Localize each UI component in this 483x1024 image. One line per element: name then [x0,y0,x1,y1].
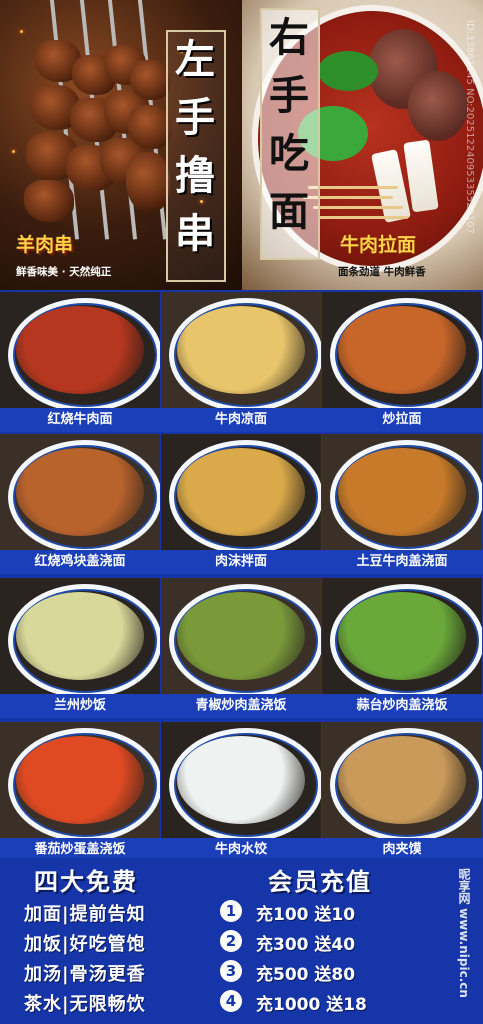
menu-poster: 左 手 撸 串 羊肉串 鲜香味美 · 天然纯正 右 手 吃 面 牛肉拉面 面条劲… [0,0,483,1024]
free-item: 加汤|骨汤更香 [24,964,146,985]
meat-chunk [126,152,170,212]
dish-name: 红烧牛肉面 [47,412,113,427]
lamb-skewer-label: 羊肉串 [16,234,74,256]
dish-food [16,736,144,824]
lamb-skewer-photo: 左 手 撸 串 羊肉串 鲜香味美 · 天然纯正 [0,0,242,290]
title-char: 撸 [175,152,215,199]
watermark-text: 昵享网 www.nipic.cn [457,868,471,998]
spark [12,150,15,153]
dish-photo [161,434,321,550]
recharge-tier: 充100 送10 [256,905,356,925]
herb [318,51,378,91]
beef-slice [408,71,468,141]
dish-name: 青椒炒肉盖浇饭 [195,698,287,713]
recharge-tier: 充1000 送18 [256,995,367,1015]
dish-food [177,448,305,536]
dish-name: 炒拉面 [382,412,422,427]
noodle [308,186,398,189]
title-char: 面 [269,188,309,235]
title-char: 手 [269,72,309,119]
free-services-title: 四大免费 [34,868,138,896]
dish-photo [0,578,160,694]
dish-name: 兰州炒饭 [53,698,106,713]
title-char: 吃 [269,130,309,177]
tier-number-badge: 1 [220,900,242,922]
dish-photo [322,578,482,694]
promo-section: 四大免费 会员充值 加面|提前告知 加饭|好吃管饱 加汤|骨汤更香 茶水|无限畅… [0,858,483,1024]
meat-chunk [24,180,74,222]
dish-food [338,448,466,536]
noodle [318,216,408,219]
dish-food [177,736,305,824]
dish-food [177,592,305,680]
dish-photo [161,722,321,838]
title-char: 左 [175,36,215,83]
dish-photo [161,292,321,408]
dish-photo [322,722,482,838]
dish-food [338,306,466,394]
right-title-box: 右 手 吃 面 [260,8,320,260]
dish-food [16,592,144,680]
spark [20,30,23,33]
image-id-text: ID:33861145 NO:20251224095335529107 [464,20,475,234]
dish-name: 肉沫拌面 [214,554,267,569]
tier-number-badge: 4 [220,990,242,1012]
beef-noodle-photo: 右 手 吃 面 牛肉拉面 面条劲道 牛肉鲜香 ID:33861145 NO:20… [242,0,483,290]
lamb-skewer-slogan: 鲜香味美 · 天然纯正 [16,266,112,278]
dish-food [338,736,466,824]
dish-photo [0,292,160,408]
beef-noodle-label: 牛肉拉面 [340,234,417,256]
dish-photo [322,434,482,550]
dish-food [16,306,144,394]
tier-number-badge: 3 [220,960,242,982]
dish-food [338,592,466,680]
hero-banner: 左 手 撸 串 羊肉串 鲜香味美 · 天然纯正 右 手 吃 面 牛肉拉面 面条劲… [0,0,483,290]
title-char: 串 [175,210,215,257]
dish-name: 红烧鸡块盖浇面 [34,554,126,569]
left-title-box: 左 手 撸 串 [166,30,226,282]
noodle [313,206,403,209]
radish-slice [403,139,439,213]
tier-number-badge: 2 [220,930,242,952]
dish-name: 牛肉凉面 [214,412,267,427]
meat-chunk [130,60,170,100]
free-item: 茶水|无限畅饮 [24,994,146,1015]
dish-photo [161,578,321,694]
title-char: 手 [175,94,215,141]
dish-photo [0,722,160,838]
free-item: 加面|提前告知 [24,904,146,925]
recharge-tier: 充300 送40 [256,935,356,955]
dish-photo [322,292,482,408]
member-recharge-title: 会员充值 [268,868,372,896]
dish-name: 蒜台炒肉盖浇饭 [356,698,448,713]
free-item: 加饭|好吃管饱 [24,934,146,955]
dish-food [16,448,144,536]
dish-photo [0,434,160,550]
beef-noodle-slogan: 面条劲道 牛肉鲜香 [338,266,426,278]
dish-food [177,306,305,394]
recharge-tier: 充500 送80 [256,965,356,985]
dish-name: 土豆牛肉盖浇面 [356,554,448,569]
title-char: 右 [269,14,309,61]
